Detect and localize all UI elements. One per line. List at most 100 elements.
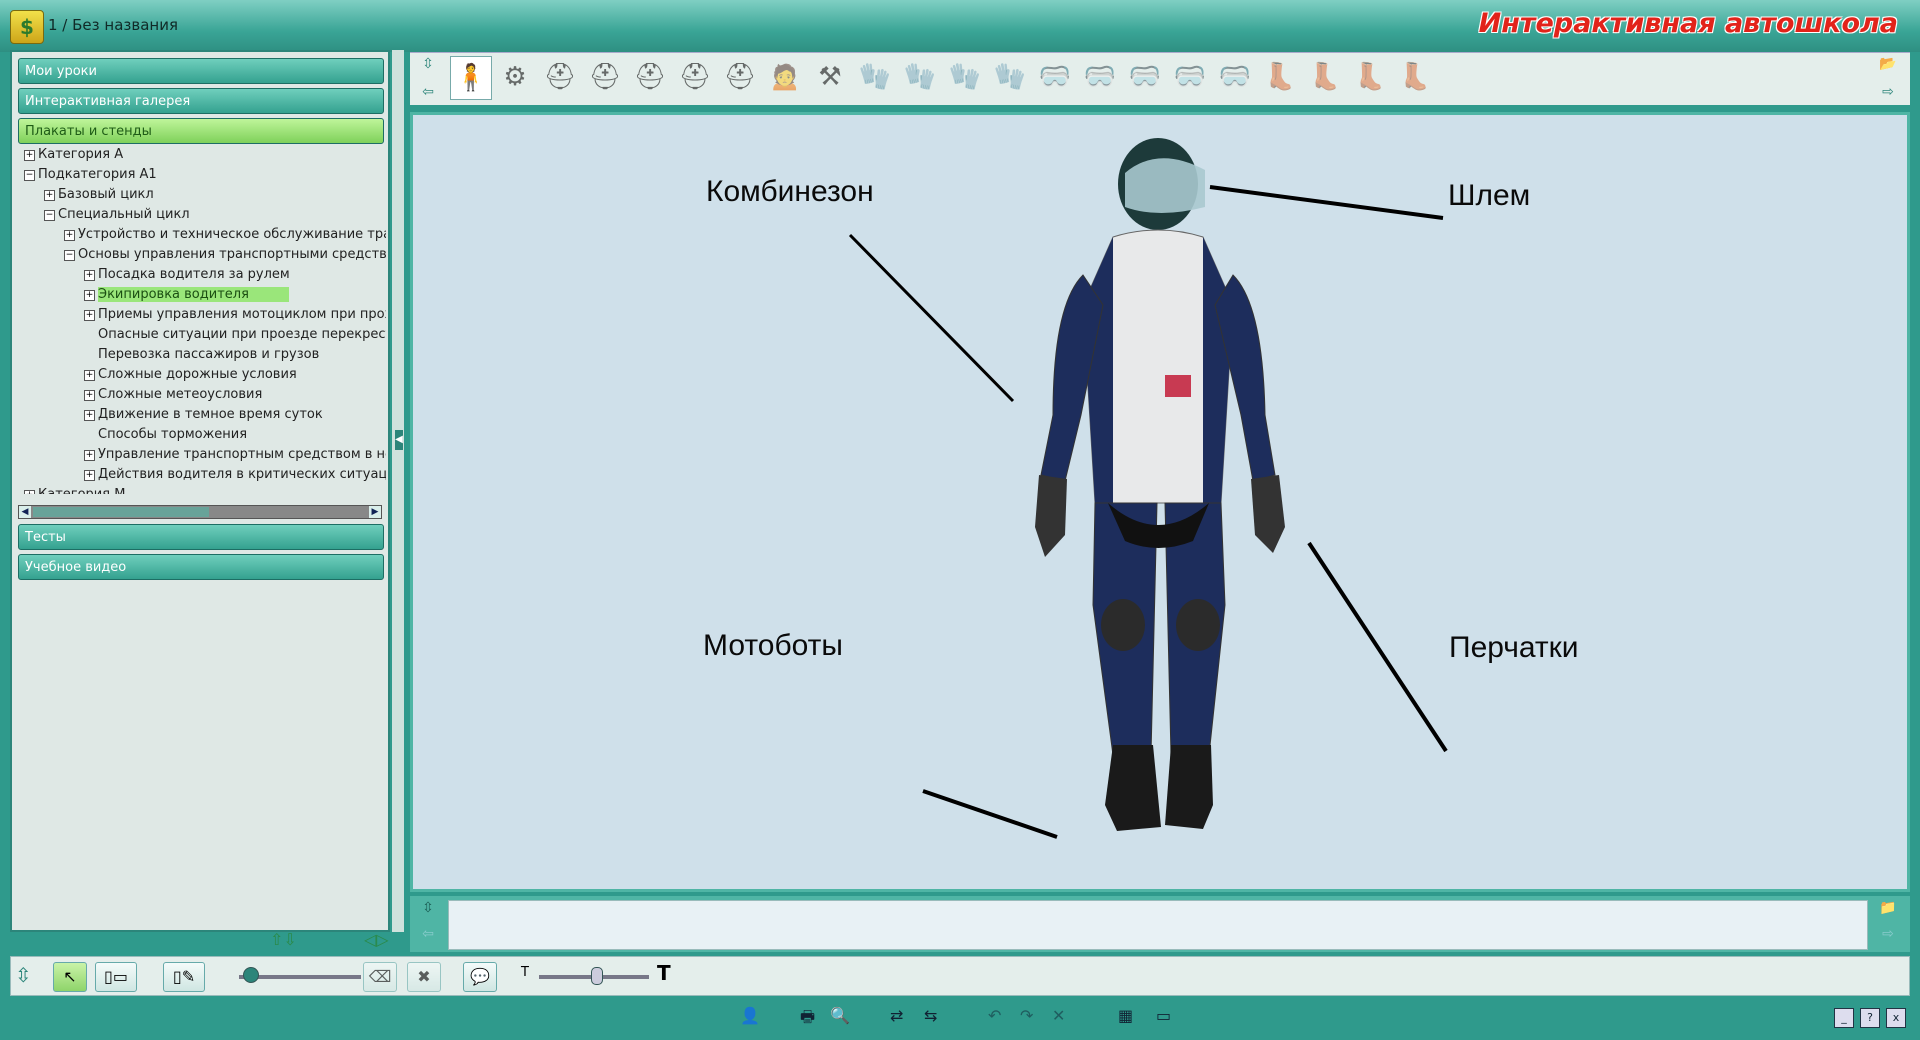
goggles-white-icon[interactable]: 🥽 <box>1215 56 1255 98</box>
eraser-tool-icon[interactable]: ⌫ <box>363 962 397 992</box>
expand-icon[interactable]: + <box>84 370 95 381</box>
font-size-knob[interactable] <box>591 967 603 985</box>
tree-item[interactable]: + Управление транспортным средством в неш… <box>84 446 386 464</box>
tree-item[interactable]: + Сложные дорожные условия <box>84 366 297 384</box>
boot-parts-icon[interactable]: 👢 <box>1260 56 1300 98</box>
user-icon[interactable]: 👤 <box>740 1006 760 1025</box>
expand-icon[interactable]: + <box>84 470 95 481</box>
highlighter-tool-icon[interactable]: ▯✎ <box>163 962 205 992</box>
delete-icon[interactable]: ✕ <box>1052 1006 1065 1025</box>
app-logo-icon[interactable]: $ <box>10 10 44 44</box>
rider-profile-icon[interactable]: 🙍 <box>765 56 805 98</box>
expand-icon[interactable]: + <box>84 310 95 321</box>
expand-icon[interactable]: + <box>44 190 55 201</box>
clear-tool-icon[interactable]: ✖ <box>407 962 441 992</box>
close-button[interactable]: x <box>1886 1008 1906 1028</box>
expand-icon[interactable]: + <box>24 490 35 494</box>
rider-figure-icon[interactable]: 🧍 <box>450 56 492 100</box>
tree-item[interactable]: − Подкатегория A1 <box>24 166 157 184</box>
undo-icon[interactable]: ↶ <box>988 1006 1001 1025</box>
section-posters[interactable]: Плакаты и стенды <box>18 118 384 144</box>
tree-item[interactable]: Перевозка пассажиров и грузов <box>84 346 319 364</box>
export-icon[interactable]: ⇆ <box>924 1006 937 1025</box>
zoom-icon[interactable]: 🔍 <box>830 1006 850 1025</box>
layout-icon[interactable]: ▦ <box>1118 1006 1133 1025</box>
collapse-icon[interactable]: − <box>64 250 75 261</box>
collapse-icon[interactable]: − <box>44 210 55 221</box>
expand-icon[interactable]: + <box>64 230 75 241</box>
boot-pink-icon[interactable]: 👢 <box>1350 56 1390 98</box>
helmet-red-icon[interactable]: ⛑ <box>585 56 625 98</box>
scroll-thumb[interactable] <box>33 507 209 517</box>
section-gallery[interactable]: Интерактивная галерея <box>18 88 384 114</box>
toolbar-toggle-bottom-icon[interactable]: ⇳ <box>15 963 32 987</box>
helmet-blue-icon[interactable]: ⛑ <box>540 56 580 98</box>
tree-item[interactable]: + Категория A <box>24 146 123 164</box>
print-icon[interactable]: 🖶 <box>800 1006 815 1033</box>
redo-icon[interactable]: ↷ <box>1020 1006 1033 1025</box>
expand-icon[interactable]: + <box>84 290 95 301</box>
glove-red-2-icon[interactable]: 🧤 <box>945 56 985 98</box>
expand-icon[interactable]: + <box>84 410 95 421</box>
panel-splitter[interactable] <box>392 50 404 932</box>
tree-item[interactable]: − Основы управления транспортными средств… <box>64 246 386 264</box>
next-arrow-icon[interactable]: ⇨ <box>1876 84 1900 100</box>
glove-dark-icon[interactable]: 🧤 <box>990 56 1030 98</box>
tree-item[interactable]: + Действия водителя в критических ситуаци… <box>84 466 386 484</box>
import-icon[interactable]: ⇄ <box>890 1006 903 1025</box>
help-folder-icon[interactable]: 📂 <box>1876 56 1900 72</box>
tree-item[interactable]: + Приемы управления мотоциклом при прохож <box>84 306 386 324</box>
helmet-dark-icon[interactable]: ⛑ <box>720 56 760 98</box>
tree-item[interactable]: + Посадка водителя за рулем <box>84 266 290 284</box>
toolbar-toggle-icon[interactable]: ⇳ <box>416 56 440 72</box>
scroll-left-icon[interactable]: ◀ <box>19 506 31 518</box>
glove-red-icon[interactable]: 🧤 <box>855 56 895 98</box>
scroll-right-icon[interactable]: ▶ <box>369 506 381 518</box>
tree-item[interactable]: + Движение в темное время суток <box>84 406 323 424</box>
tree-item[interactable]: Способы торможения <box>84 426 247 444</box>
tree-horizontal-scrollbar[interactable]: ◀ ▶ <box>18 505 382 519</box>
window-tool-icon[interactable]: ▯▭ <box>95 962 137 992</box>
tree-item[interactable]: + Экипировка водителя <box>84 286 289 304</box>
splitter-arrow-icon[interactable]: ◀ <box>395 430 403 450</box>
goggles-green-icon[interactable]: 🥽 <box>1125 56 1165 98</box>
expand-icon[interactable]: + <box>24 150 35 161</box>
tree-item[interactable]: +Категория M <box>24 486 125 494</box>
notes-prev-icon[interactable]: ⇦ <box>416 926 440 942</box>
collapse-panel-icon[interactable]: ◁▷ <box>364 930 389 949</box>
screen-icon[interactable]: ▭ <box>1156 1006 1171 1025</box>
notes-folder-icon[interactable]: 📁 <box>1876 900 1900 916</box>
boot-dark-icon[interactable]: 👢 <box>1395 56 1435 98</box>
tree-item[interactable]: + Устройство и техническое обслуживание т… <box>64 226 386 244</box>
tree-item[interactable]: Опасные ситуации при проезде перекрестко <box>84 326 386 344</box>
pointer-tool-icon[interactable]: ↖ <box>53 962 87 992</box>
expand-icon[interactable]: + <box>84 450 95 461</box>
visor-parts-icon[interactable]: 🥽 <box>1035 56 1075 98</box>
tree-item[interactable]: − Специальный цикл <box>44 206 190 224</box>
goggles-clear-icon[interactable]: 🥽 <box>1170 56 1210 98</box>
comment-tool-icon[interactable]: 💬 <box>463 962 497 992</box>
helmet-motocross-icon[interactable]: ⛑ <box>675 56 715 98</box>
helmet-white-icon[interactable]: ⛑ <box>630 56 670 98</box>
glove-blue-icon[interactable]: 🧤 <box>900 56 940 98</box>
help-button[interactable]: ? <box>1860 1008 1880 1028</box>
section-tests[interactable]: Тесты <box>18 524 384 550</box>
notes-area[interactable] <box>448 900 1868 950</box>
tree-item[interactable]: + Базовый цикл <box>44 186 154 204</box>
minimize-button[interactable]: _ <box>1834 1008 1854 1028</box>
notes-toggle-icon[interactable]: ⇳ <box>416 900 440 916</box>
move-up-down-icon[interactable]: ⇧⇩ <box>270 930 297 949</box>
goggles-icon[interactable]: 🥽 <box>1080 56 1120 98</box>
section-video[interactable]: Учебное видео <box>18 554 384 580</box>
prev-arrow-icon[interactable]: ⇦ <box>416 84 440 100</box>
pen-size-knob[interactable] <box>243 967 259 983</box>
helmet-parts-icon[interactable]: ⚙ <box>495 56 535 98</box>
section-my-lessons[interactable]: Мои уроки <box>18 58 384 84</box>
expand-icon[interactable]: + <box>84 270 95 281</box>
tree-item[interactable]: + Сложные метеоусловия <box>84 386 262 404</box>
boot-set-icon[interactable]: 👢 <box>1305 56 1345 98</box>
notes-next-icon[interactable]: ⇨ <box>1876 926 1900 942</box>
hinge-parts-icon[interactable]: ⚒ <box>810 56 850 98</box>
expand-icon[interactable]: + <box>84 390 95 401</box>
collapse-icon[interactable]: − <box>24 170 35 181</box>
